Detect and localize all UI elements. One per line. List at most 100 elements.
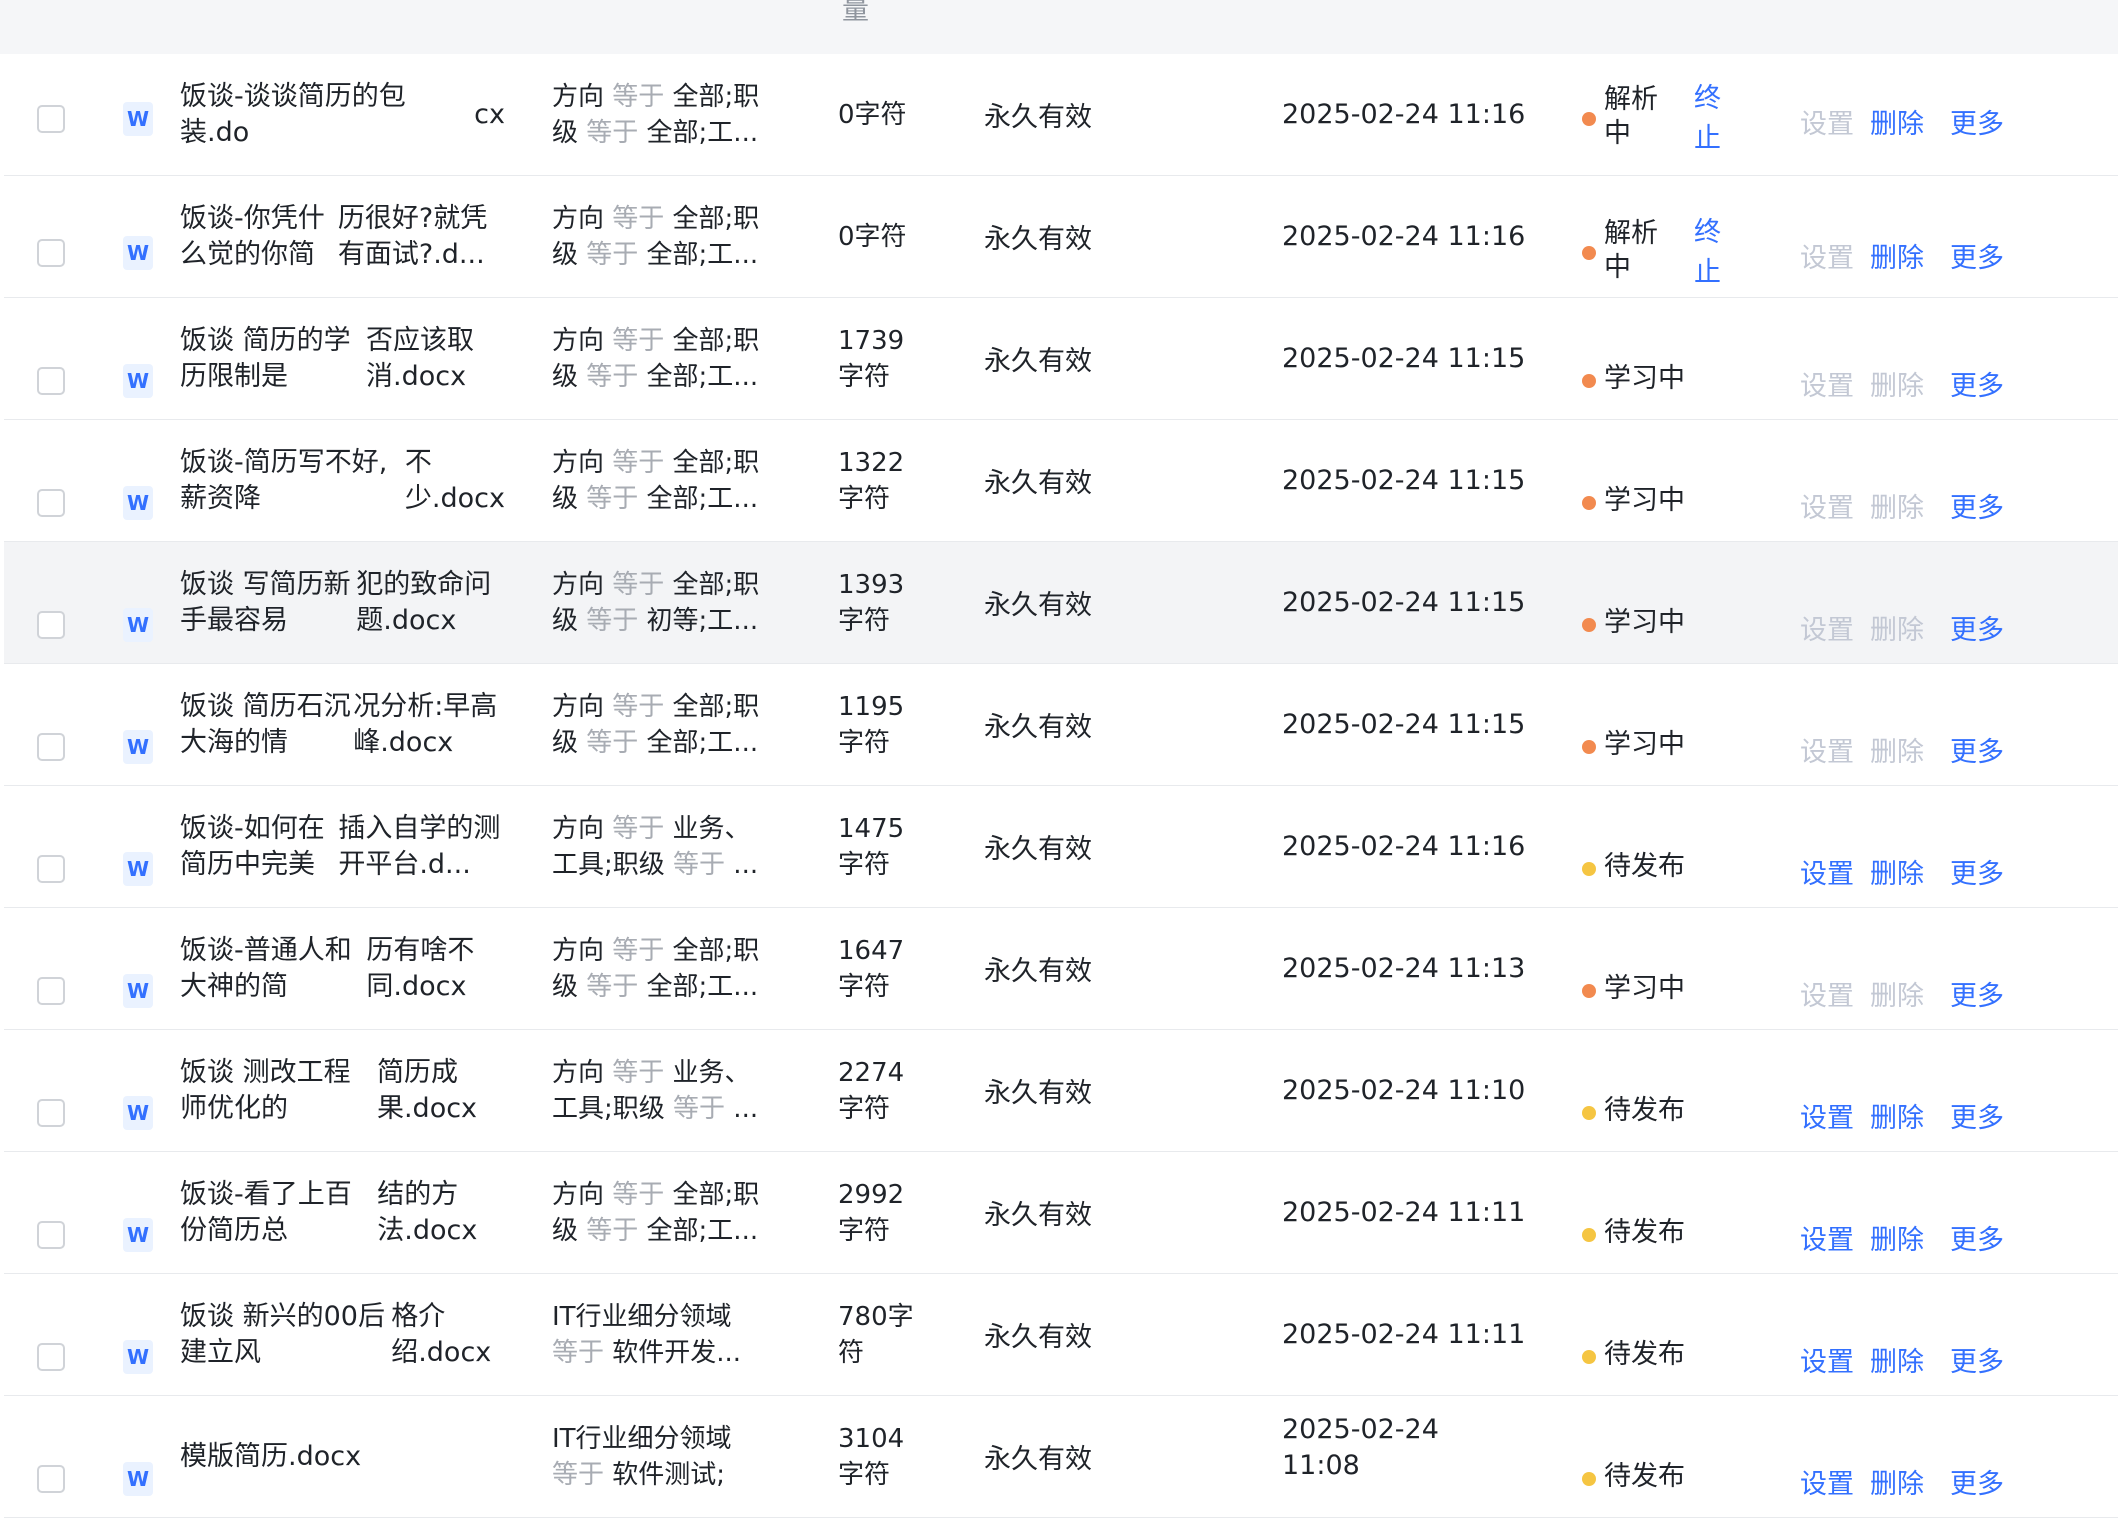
row-checkbox[interactable]: [37, 611, 65, 639]
condition-operator: 等于: [586, 483, 639, 514]
row-checkbox[interactable]: [37, 1343, 65, 1371]
update-time-line: 2025-02-24: [1282, 1414, 1439, 1445]
file-name-line: 饭谈-普通人和大神的简: [180, 934, 352, 1002]
delete-link[interactable]: 删除: [1870, 364, 1924, 403]
char-count-line: 1739: [838, 325, 905, 356]
char-count: 780字符: [838, 1274, 958, 1395]
settings-link[interactable]: 设置: [1800, 1096, 1854, 1135]
more-link[interactable]: 更多: [1950, 730, 2004, 769]
char-count: 1195 字符: [838, 664, 958, 785]
row-checkbox[interactable]: [37, 855, 65, 883]
update-time-lines: 2025-02-24 11:13: [1282, 951, 1525, 987]
word-file-icon: W: [123, 730, 153, 764]
row-checkbox[interactable]: [37, 105, 65, 133]
update-time-line: 2025-02-24 11:10: [1282, 1074, 1526, 1106]
more-link[interactable]: 更多: [1950, 1096, 2004, 1135]
delete-link[interactable]: 删除: [1870, 1462, 1924, 1501]
char-count: 0字符: [838, 176, 958, 297]
visibility-condition: 方向 等于 全部;职级 等于 全部;工...: [552, 54, 792, 175]
stop-parsing-link[interactable]: 终止: [1694, 213, 1734, 293]
row-checkbox[interactable]: [37, 1099, 65, 1127]
row-checkbox[interactable]: [37, 367, 65, 395]
more-link[interactable]: 更多: [1950, 852, 2004, 891]
more-link[interactable]: 更多: [1950, 1340, 2004, 1379]
row-checkbox[interactable]: [37, 239, 65, 267]
row-checkbox[interactable]: [37, 489, 65, 517]
update-time: 2025-02-24 11:15: [1282, 298, 1542, 419]
file-name[interactable]: 饭谈-你凭什么觉的你简 历很好?就凭有面试?.d...: [180, 176, 505, 297]
delete-link[interactable]: 删除: [1870, 1096, 1924, 1135]
settings-link[interactable]: 设置: [1800, 1218, 1854, 1257]
condition-lines: 方向 等于 全部;职级 等于 全部;工...: [552, 689, 759, 761]
settings-link[interactable]: 设置: [1800, 486, 1854, 525]
delete-link[interactable]: 删除: [1870, 974, 1924, 1013]
word-file-icon: W: [123, 236, 153, 270]
settings-link[interactable]: 设置: [1800, 102, 1854, 141]
file-name[interactable]: 饭谈-普通人和大神的简 历有啥不同.docx: [180, 908, 505, 1029]
condition-operator: 等于: [586, 1215, 639, 1246]
char-count-line: 1195: [838, 691, 905, 722]
delete-link[interactable]: 删除: [1870, 608, 1924, 647]
file-name-line: 结的方法.docx: [377, 1178, 478, 1246]
char-count-lines: 1393 字符: [838, 567, 904, 639]
stop-char: 止: [1694, 123, 1721, 154]
file-name[interactable]: 饭谈-谈谈简历的包装.do cx: [180, 54, 505, 175]
settings-link[interactable]: 设置: [1800, 236, 1854, 275]
condition-lines: 方向 等于 全部;职级 等于 全部;工...: [552, 445, 759, 517]
char-count-lines: 1739 字符: [838, 323, 904, 395]
status-label-line: 解析: [1604, 84, 1658, 115]
condition-text: 方向: [552, 569, 613, 600]
delete-link[interactable]: 删除: [1870, 852, 1924, 891]
condition-text: 方向: [552, 1057, 613, 1088]
settings-link[interactable]: 设置: [1800, 1462, 1854, 1501]
more-link[interactable]: 更多: [1950, 236, 2004, 275]
more-link[interactable]: 更多: [1950, 486, 2004, 525]
condition-line: 级 等于 全部;工...: [552, 237, 759, 273]
more-link[interactable]: 更多: [1950, 1218, 2004, 1257]
more-link[interactable]: 更多: [1950, 1462, 2004, 1501]
row-checkbox[interactable]: [37, 1221, 65, 1249]
file-name[interactable]: 饭谈-看了上百份简历总 结的方法.docx: [180, 1152, 505, 1273]
status-dot-icon: [1582, 112, 1596, 126]
header-fragment: 量: [842, 0, 869, 26]
settings-link[interactable]: 设置: [1800, 1340, 1854, 1379]
delete-link[interactable]: 删除: [1870, 730, 1924, 769]
settings-link[interactable]: 设置: [1800, 730, 1854, 769]
char-count-lines: 2274 字符: [838, 1055, 904, 1127]
condition-operator: 等于: [586, 117, 639, 148]
delete-link[interactable]: 删除: [1870, 102, 1924, 141]
settings-link[interactable]: 设置: [1800, 364, 1854, 403]
visibility-condition: 方向 等于 全部;职级 等于 初等;工...: [552, 542, 792, 663]
file-name[interactable]: 模版简历.docx: [180, 1396, 505, 1517]
more-link[interactable]: 更多: [1950, 974, 2004, 1013]
row-checkbox[interactable]: [37, 733, 65, 761]
row-checkbox[interactable]: [37, 977, 65, 1005]
delete-link[interactable]: 删除: [1870, 1218, 1924, 1257]
settings-link[interactable]: 设置: [1800, 852, 1854, 891]
delete-link[interactable]: 删除: [1870, 236, 1924, 275]
settings-link[interactable]: 设置: [1800, 608, 1854, 647]
file-name[interactable]: 饭谈-简历写不好,薪资降 不少.docx: [180, 420, 505, 541]
file-name-line: 饭谈 简历的学历限制是: [180, 324, 351, 392]
status-label: 学习中: [1604, 362, 1685, 396]
row-checkbox[interactable]: [37, 1465, 65, 1493]
more-link[interactable]: 更多: [1950, 102, 2004, 141]
status-label: 解析中: [1604, 217, 1658, 285]
file-name[interactable]: 饭谈 写简历新手最容易 犯的致命问题.docx: [180, 542, 505, 663]
condition-text: 全部;工...: [638, 483, 759, 514]
delete-link[interactable]: 删除: [1870, 486, 1924, 525]
condition-lines: 方向 等于 全部;职级 等于 全部;工...: [552, 201, 759, 273]
status-label-line: 学习中: [1604, 607, 1685, 638]
more-link[interactable]: 更多: [1950, 608, 2004, 647]
file-name[interactable]: 饭谈 新兴的00后建立风 格介绍.docx: [180, 1274, 505, 1395]
delete-link[interactable]: 删除: [1870, 1340, 1924, 1379]
file-name[interactable]: 饭谈 测改工程师优化的 简历成果.docx: [180, 1030, 505, 1151]
char-count-line: 字符: [838, 849, 891, 880]
file-name[interactable]: 饭谈 简历的学历限制是 否应该取消.docx: [180, 298, 505, 419]
file-name[interactable]: 饭谈 简历石沉大海的情 况分析:早高峰.docx: [180, 664, 505, 785]
char-count: 2992 字符: [838, 1152, 958, 1273]
stop-parsing-link[interactable]: 终止: [1694, 79, 1734, 159]
settings-link[interactable]: 设置: [1800, 974, 1854, 1013]
file-name[interactable]: 饭谈-如何在简历中完美 插入自学的测开平台.d...: [180, 786, 505, 907]
more-link[interactable]: 更多: [1950, 364, 2004, 403]
